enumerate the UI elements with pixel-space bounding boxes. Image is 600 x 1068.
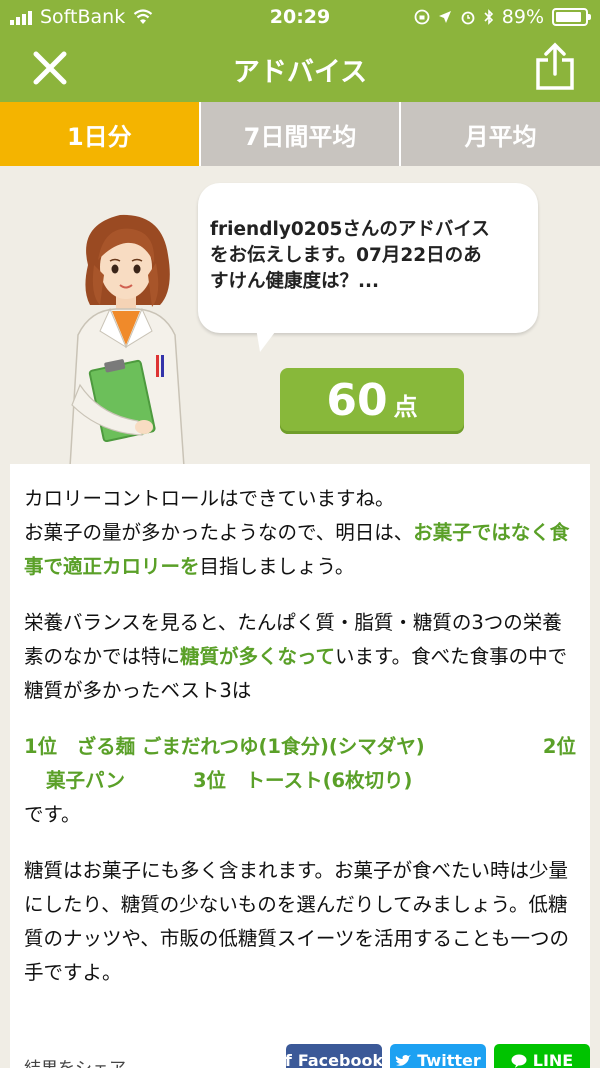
close-icon[interactable]: [30, 48, 70, 88]
rotation-lock-icon: [414, 9, 430, 25]
share-label: 結果をシェア: [24, 1052, 126, 1068]
line-icon: [511, 1054, 527, 1068]
bubble-line-2: をお伝えします。07月22日のあ: [210, 245, 482, 266]
battery-percent: 89%: [501, 6, 544, 28]
facebook-icon: f: [284, 1051, 292, 1068]
facebook-share-button[interactable]: f Facebook: [284, 1044, 384, 1068]
score-unit: 点: [393, 393, 418, 421]
period-tabs: 1日分 7日間平均 月平均: [0, 102, 600, 166]
twitter-label: Twitter: [417, 1051, 481, 1068]
advice-speech-bubble: friendly0205さんのアドバイス をお伝えします。07月22日のあ すけ…: [198, 183, 538, 333]
advice-paragraph-3: 糖質はお菓子にも多く含まれます。お菓子が食べたい時は少量にしたり、糖質の少ないも…: [24, 859, 570, 984]
app-header: SoftBank 20:29 89% アドバイス: [0, 0, 600, 102]
score-value: 60: [326, 375, 388, 426]
share-icon[interactable]: [532, 42, 578, 92]
status-bar: SoftBank 20:29 89%: [0, 0, 600, 34]
advisor-illustration: [69, 214, 185, 468]
health-score-badge: 60 点: [280, 368, 464, 434]
location-icon: [438, 11, 451, 23]
bluetooth-icon: [484, 9, 493, 25]
line-label: LINE: [532, 1051, 574, 1068]
ranking-suffix: です。: [24, 803, 81, 826]
advice-card: カロリーコントロールはできていますね。 お菓子の量が多かったようなので、明日は、…: [10, 464, 590, 1068]
twitter-share-button[interactable]: Twitter: [390, 1044, 486, 1068]
bubble-tail: [256, 328, 278, 352]
bubble-line-1: friendly0205さんのアドバイス: [210, 219, 490, 240]
advice-text: お菓子の量が多かったようなので、明日は、: [24, 521, 414, 544]
tab-7day-average[interactable]: 7日間平均: [198, 102, 400, 166]
advice-paragraph-1: カロリーコントロールはできていますね。 お菓子の量が多かったようなので、明日は、…: [24, 482, 576, 584]
rank-item-3: 3位 トースト(6枚切り): [192, 769, 413, 792]
rank-item-2: 菓子パン: [46, 769, 125, 792]
facebook-label: Facebook: [297, 1051, 384, 1068]
bubble-line-3: すけん健康度は？...: [210, 271, 380, 292]
advice-highlight: 糖質が多くなって: [180, 645, 336, 668]
tab-daily[interactable]: 1日分: [0, 102, 199, 166]
share-row: 結果をシェア f Facebook Twitter LINE: [24, 1042, 590, 1068]
advice-text: カロリーコントロールはできていますね。: [24, 487, 395, 510]
twitter-icon: [396, 1055, 412, 1066]
line-share-button[interactable]: LINE: [494, 1044, 590, 1068]
alarm-icon: [461, 11, 475, 25]
battery-icon: [552, 8, 591, 26]
tab-monthly-average[interactable]: 月平均: [399, 102, 600, 166]
ranking-list: 1位 ざる麺 ごまだれつゆ(1食分)(シマダヤ) 2位 菓子パン 3位 トースト(…: [24, 730, 576, 832]
advice-paragraph-2: 栄養バランスを見ると、たんぱく質・脂質・糖質の3つの栄養素のなかでは特に糖質が多…: [24, 606, 576, 708]
rank-item-1: 1位 ざる麺 ごまだれつゆ(1食分)(シマダヤ): [24, 735, 425, 758]
rank-position-2: 2位: [542, 735, 576, 758]
advice-text: 目指しましょう。: [199, 555, 355, 578]
page-title: アドバイス: [232, 57, 368, 88]
